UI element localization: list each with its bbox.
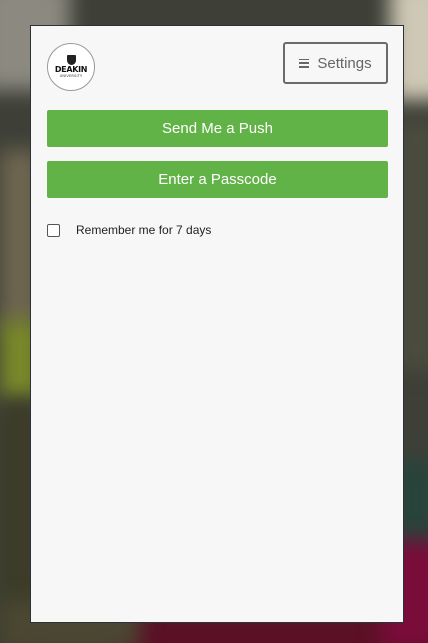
deakin-logo: DEAKIN UNIVERSITY (47, 43, 95, 91)
remember-me-label: Remember me for 7 days (76, 223, 212, 237)
send-push-button[interactable]: Send Me a Push (47, 110, 388, 147)
logo-wordmark: DEAKIN (54, 65, 88, 74)
hamburger-menu-icon (299, 58, 310, 68)
logo-subword: UNIVERSITY (59, 74, 83, 78)
auth-panel: DEAKIN UNIVERSITY Settings Send Me a Pus… (30, 25, 404, 623)
send-push-label: Send Me a Push (162, 120, 273, 137)
settings-button[interactable]: Settings (283, 42, 388, 84)
enter-passcode-button[interactable]: Enter a Passcode (47, 161, 388, 198)
remember-me-row: Remember me for 7 days (47, 223, 211, 237)
remember-me-checkbox[interactable] (47, 223, 60, 237)
enter-passcode-label: Enter a Passcode (158, 171, 277, 188)
settings-label: Settings (317, 54, 372, 72)
crest-icon (66, 55, 76, 65)
